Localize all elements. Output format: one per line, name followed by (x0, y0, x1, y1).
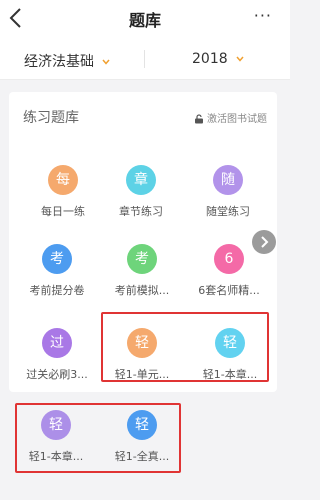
highlight-box (15, 403, 181, 473)
item-exam-boost[interactable]: 考 考前提分卷 (17, 244, 97, 298)
divider (144, 50, 145, 68)
class-icon: 随 (213, 165, 243, 195)
item-chapter-practice[interactable]: 章 章节练习 (101, 165, 181, 219)
mock-exam-icon: 考 (127, 244, 157, 274)
chevron-down-icon (102, 59, 110, 65)
chevron-down-icon (236, 56, 244, 62)
item-label: 章节练习 (119, 205, 163, 218)
more-options-icon[interactable]: ··· (254, 8, 272, 24)
daily-icon: 每 (48, 165, 78, 195)
practice-section-title: 练习题库 (23, 110, 79, 126)
year-dropdown[interactable]: 2018 (192, 51, 244, 67)
page-title: 题库 (128, 11, 161, 30)
item-label: 考前模拟... (114, 284, 170, 297)
year-label: 2018 (192, 51, 228, 67)
item-label: 6套名师精... (198, 284, 260, 297)
highlight-box (101, 312, 269, 382)
pass-drill-icon: 过 (42, 328, 72, 358)
six-sets-icon: 6 (214, 244, 244, 274)
subject-label: 经济法基础 (24, 54, 94, 70)
item-pass-drill[interactable]: 过 过关必刷3... (17, 328, 97, 382)
item-daily-practice[interactable]: 每 每日一练 (23, 165, 103, 219)
chapter-icon: 章 (126, 165, 156, 195)
item-label: 过关必刷3... (26, 368, 88, 381)
next-page-button[interactable] (252, 230, 276, 254)
nav-bar: 题库 ··· (0, 0, 290, 36)
item-label: 每日一练 (41, 205, 85, 218)
item-class-practice[interactable]: 随 随堂练习 (188, 165, 268, 219)
exam-boost-icon: 考 (42, 244, 72, 274)
chevron-right-icon (261, 236, 269, 248)
filter-bar: 经济法基础 2018 (0, 36, 290, 80)
item-mock-exam[interactable]: 考 考前模拟... (102, 244, 182, 298)
item-label: 随堂练习 (206, 205, 250, 218)
subject-dropdown[interactable]: 经济法基础 (24, 51, 110, 71)
activate-book-link[interactable]: 激活图书试题 (194, 110, 267, 125)
unlock-icon (195, 114, 203, 124)
item-label: 考前提分卷 (29, 284, 85, 297)
activate-label: 激活图书试题 (207, 114, 267, 125)
